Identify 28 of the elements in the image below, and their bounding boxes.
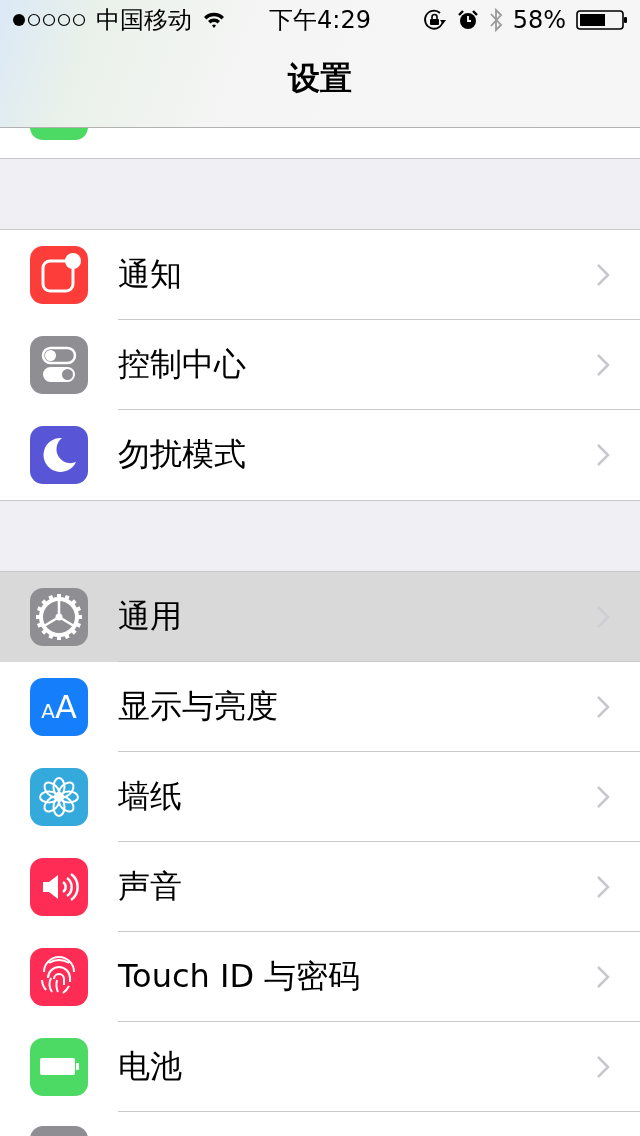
text-size-icon: AA xyxy=(30,678,88,736)
chevron-icon xyxy=(596,443,610,467)
chevron-icon xyxy=(596,965,610,989)
flower-icon xyxy=(30,768,88,826)
battery-percentage: 58% xyxy=(512,6,566,34)
chevron-icon xyxy=(596,695,610,719)
fingerprint-icon xyxy=(30,948,88,1006)
speaker-icon xyxy=(30,858,88,916)
status-time: 下午4:29 xyxy=(269,5,371,36)
notification-badge-icon xyxy=(30,246,88,304)
nav-title: 设置 xyxy=(288,58,352,99)
chevron-icon xyxy=(596,353,610,377)
rotation-lock-icon xyxy=(422,9,447,31)
carrier-name: 中国移动 xyxy=(96,5,192,36)
chevron-icon xyxy=(596,263,610,287)
settings-row[interactable]: 通用 xyxy=(0,572,640,662)
chevron-icon xyxy=(596,785,610,809)
bluetooth-icon xyxy=(488,7,503,33)
chevron-icon xyxy=(596,875,610,899)
settings-icon xyxy=(30,588,88,646)
signal-icon xyxy=(12,13,86,27)
moon-icon xyxy=(30,426,88,484)
battery-icon xyxy=(30,1038,88,1096)
wifi-icon xyxy=(202,11,226,29)
chevron-icon xyxy=(596,1055,610,1079)
battery-icon xyxy=(576,9,628,31)
toggle-switches-icon xyxy=(30,336,88,394)
alarm-clock-icon xyxy=(456,9,479,31)
